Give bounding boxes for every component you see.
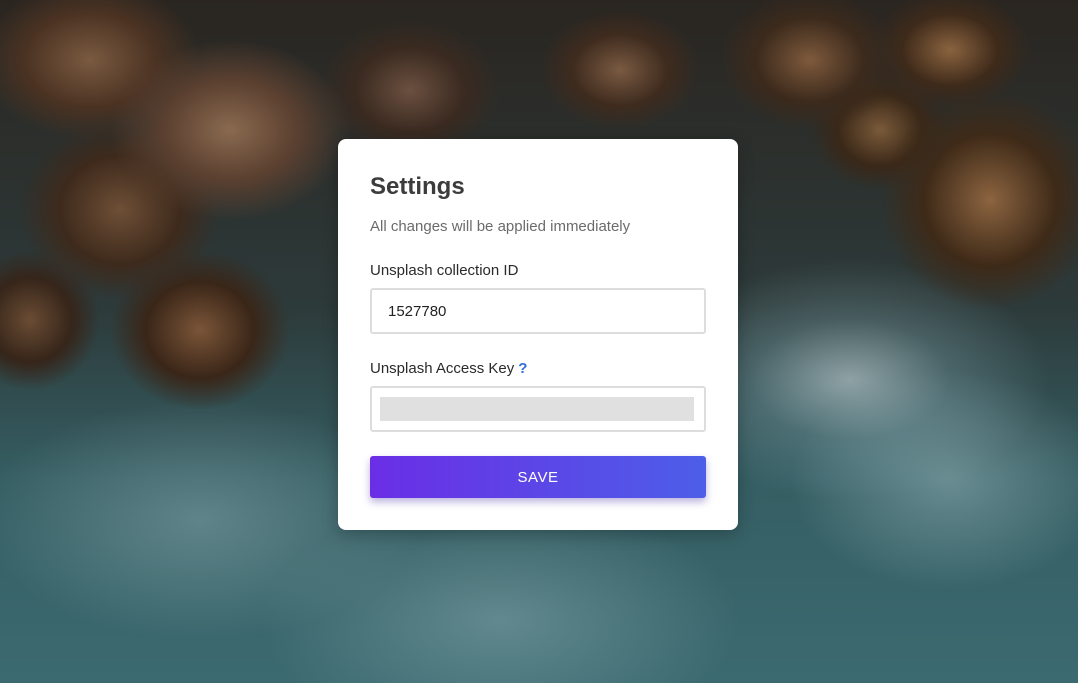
page-title: Settings <box>370 173 465 200</box>
access-key-label-row: Unsplash Access Key? <box>370 360 527 377</box>
save-button[interactable]: SAVE <box>370 456 706 498</box>
collection-id-label: Unsplash collection ID <box>370 262 519 279</box>
settings-subtitle: All changes will be applied immediately <box>370 218 631 235</box>
access-key-label: Unsplash Access Key <box>370 360 515 377</box>
access-key-masked-value <box>380 397 694 421</box>
access-key-help-link[interactable]: ? <box>518 360 527 377</box>
collection-id-input[interactable] <box>370 288 706 334</box>
access-key-input[interactable] <box>370 386 706 432</box>
settings-card: Settings All changes will be applied imm… <box>338 139 738 530</box>
